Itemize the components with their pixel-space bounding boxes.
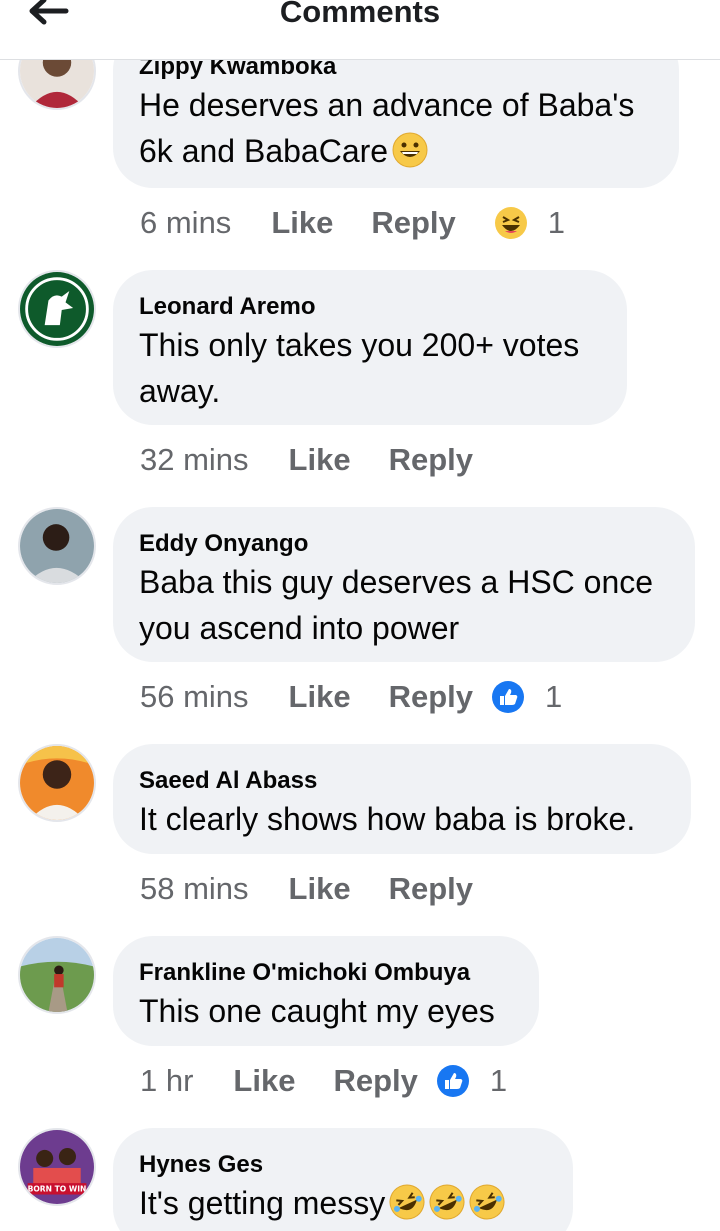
comment-text: He deserves an advance of Baba's 6k and …: [139, 87, 635, 169]
comment-bubble: Leonard Aremo This only takes you 200+ v…: [113, 270, 627, 425]
like-button[interactable]: Like: [289, 442, 351, 478]
top-bar: Comments: [0, 0, 720, 60]
reply-button[interactable]: Reply: [389, 442, 473, 478]
comment-text: This one caught my eyes: [139, 993, 495, 1029]
like-button[interactable]: Like: [233, 1063, 295, 1099]
comment-meta: 56 mins Like Reply 1: [140, 677, 562, 717]
comment-time[interactable]: 56 mins: [140, 679, 249, 715]
comment-time[interactable]: 32 mins: [140, 442, 249, 478]
comment-author[interactable]: Frankline O'michoki Ombuya: [139, 958, 513, 988]
comment-meta: 1 hr Like Reply 1: [140, 1061, 507, 1101]
rofl-emoji-icon: [429, 1184, 465, 1220]
like-reaction-icon: [492, 681, 524, 713]
haha-reaction-icon: [494, 207, 527, 239]
reaction-summary[interactable]: 1: [494, 205, 565, 241]
reaction-count: 1: [545, 679, 563, 714]
comment-bubble: Saeed Al Abass It clearly shows how baba…: [113, 744, 691, 854]
reply-button[interactable]: Reply: [371, 205, 455, 241]
comment-time[interactable]: 58 mins: [140, 871, 249, 907]
reply-button[interactable]: Reply: [389, 679, 473, 715]
reaction-count: 1: [489, 1063, 508, 1098]
avatar[interactable]: [18, 507, 96, 585]
like-reaction-icon: [436, 1065, 469, 1097]
comment-author[interactable]: Leonard Aremo: [139, 292, 601, 322]
comment-time[interactable]: 6 mins: [140, 205, 231, 241]
reaction-count: 1: [547, 205, 566, 240]
comment-text: This only takes you 200+ votes away.: [139, 327, 580, 409]
reply-button[interactable]: Reply: [389, 871, 473, 907]
like-button[interactable]: Like: [289, 871, 351, 907]
like-button[interactable]: Like: [289, 679, 351, 715]
comment-bubble: Frankline O'michoki Ombuya This one caug…: [113, 936, 539, 1046]
comment-meta: 6 mins Like Reply 1: [140, 203, 565, 243]
reaction-summary[interactable]: 1: [436, 1063, 507, 1099]
rofl-emoji-icon: [389, 1184, 425, 1220]
avatar[interactable]: [18, 936, 96, 1014]
comment-bubble: Eddy Onyango Baba this guy deserves a HS…: [113, 507, 695, 662]
comment-text: Baba this guy deserves a HSC once you as…: [139, 564, 654, 646]
avatar[interactable]: [18, 744, 96, 822]
avatar[interactable]: [18, 270, 96, 348]
grinning-emoji-icon: [392, 132, 428, 168]
reply-button[interactable]: Reply: [333, 1063, 417, 1099]
comment-author[interactable]: Hynes Ges: [139, 1150, 547, 1180]
avatar[interactable]: BORN TO WIN: [18, 1128, 96, 1206]
comment-author[interactable]: Saeed Al Abass: [139, 766, 665, 796]
comment-time[interactable]: 1 hr: [140, 1063, 193, 1099]
comment-meta: 58 mins Like Reply: [140, 869, 511, 909]
comment-text: It clearly shows how baba is broke.: [139, 801, 636, 837]
comment-meta: 32 mins Like Reply: [140, 440, 511, 480]
comment-author[interactable]: Eddy Onyango: [139, 529, 669, 559]
reaction-summary[interactable]: 1: [491, 679, 562, 715]
avatar-badge-text: BORN TO WIN: [28, 1185, 87, 1194]
rofl-emoji-icon: [469, 1184, 505, 1220]
page-title: Comments: [279, 0, 441, 29]
comment-bubble: Hynes Ges It's getting messy: [113, 1128, 573, 1231]
comment-text: It's getting messy: [139, 1180, 547, 1226]
like-button[interactable]: Like: [271, 205, 333, 241]
